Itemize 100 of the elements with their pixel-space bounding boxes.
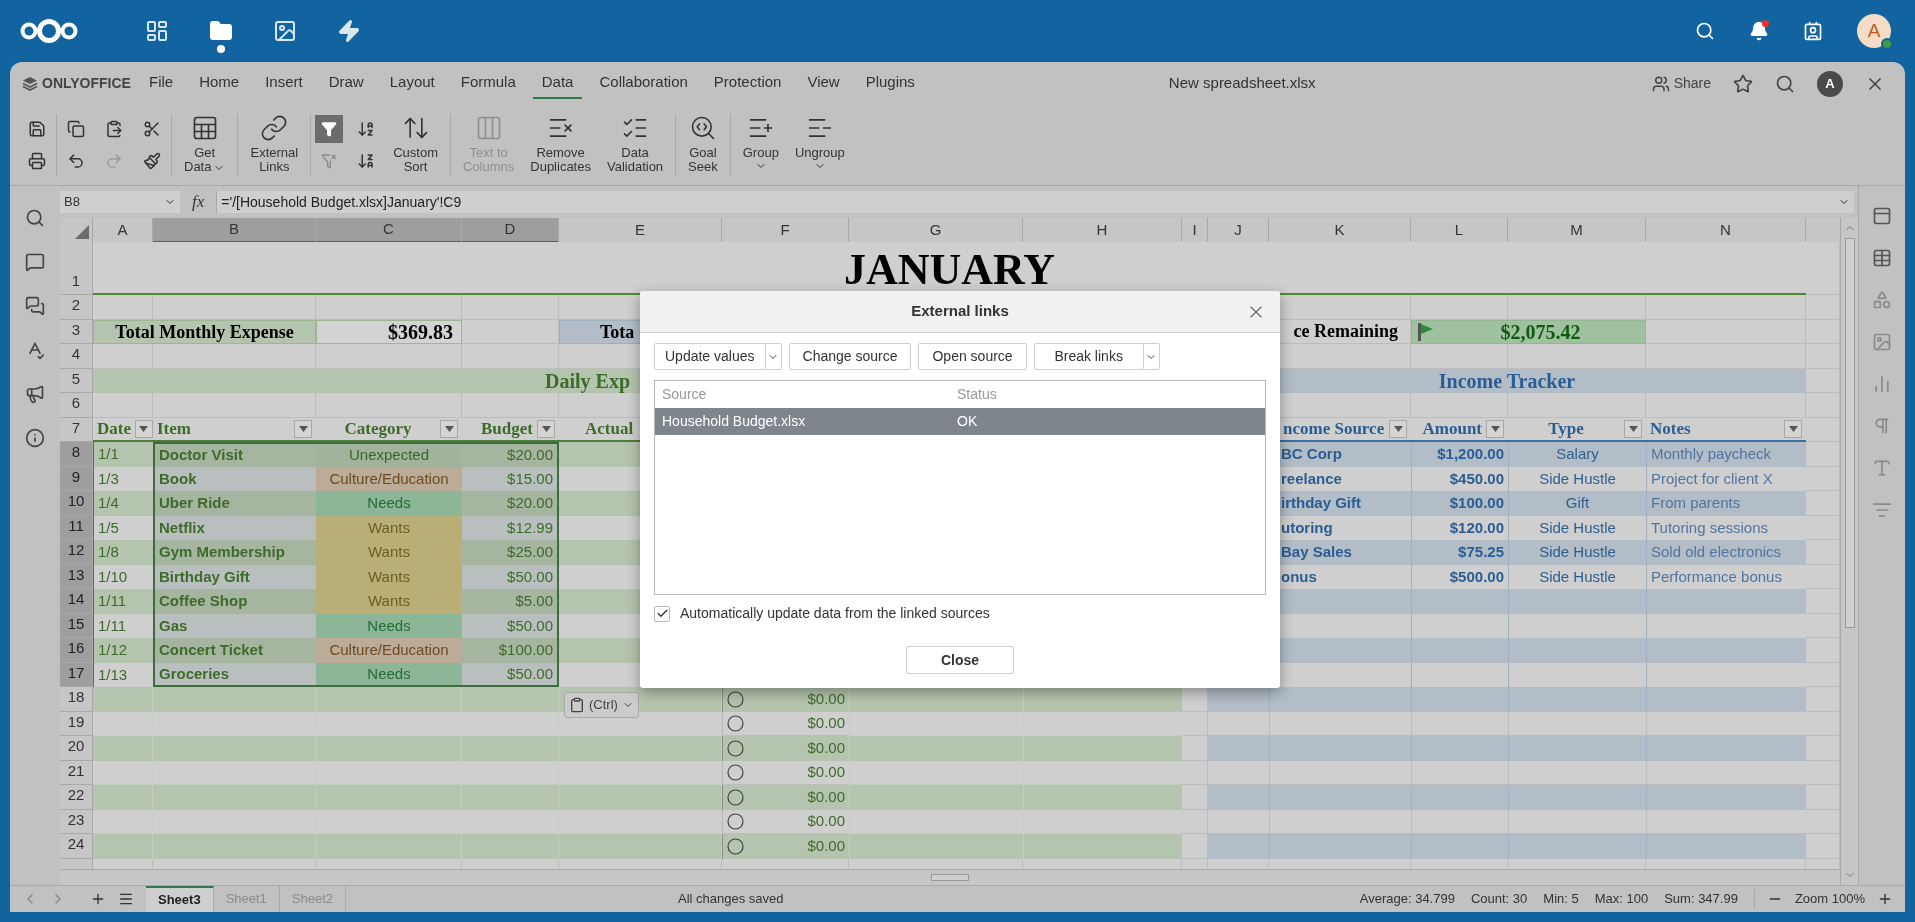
toolbar-button[interactable]: Group: [734, 110, 787, 180]
star-icon[interactable]: [1733, 73, 1753, 94]
toolbar-button[interactable]: Ungroup: [786, 110, 853, 180]
radio-circle-icon[interactable]: [727, 714, 744, 732]
toolbar-button[interactable]: Get Data: [176, 110, 234, 180]
filter-button[interactable]: [315, 115, 344, 143]
row-header[interactable]: 24: [60, 834, 93, 859]
filter-button[interactable]: [537, 419, 555, 438]
column-header[interactable]: L: [1411, 218, 1508, 243]
row-header[interactable]: 5: [60, 368, 93, 393]
column-header[interactable]: D: [462, 218, 559, 243]
notifications-button[interactable]: [1749, 21, 1769, 41]
row-header[interactable]: 4: [60, 344, 93, 369]
radio-circle-icon[interactable]: [727, 788, 744, 806]
column-header[interactable]: E: [559, 218, 722, 243]
add-sheet-icon[interactable]: [90, 891, 106, 907]
comment-icon[interactable]: [25, 252, 45, 272]
row-header[interactable]: 12: [60, 540, 93, 565]
menu-tab[interactable]: Formula: [451, 68, 525, 99]
user-avatar[interactable]: A: [1817, 70, 1843, 97]
column-header[interactable]: H: [1023, 218, 1182, 243]
sheet-list-icon[interactable]: [118, 891, 134, 907]
column-header[interactable]: N: [1646, 218, 1806, 243]
row-header[interactable]: 3: [60, 319, 93, 344]
row-header[interactable]: 21: [60, 760, 93, 785]
close-button[interactable]: Close: [906, 646, 1014, 674]
menu-tab[interactable]: Home: [190, 68, 249, 99]
column-header[interactable]: K: [1269, 218, 1411, 243]
row-header[interactable]: 19: [60, 711, 93, 736]
column-header[interactable]: C: [316, 218, 462, 243]
column-header[interactable]: J: [1208, 218, 1269, 243]
list-row[interactable]: Household Budget.xlsx OK: [655, 408, 1265, 435]
share-button[interactable]: Share: [1651, 73, 1711, 94]
toolbar-button[interactable]: Data Validation: [598, 110, 672, 180]
column-header[interactable]: I: [1182, 218, 1208, 243]
row-header[interactable]: 14: [60, 589, 93, 614]
paste-options-button[interactable]: (Ctrl): [564, 692, 639, 718]
column-header[interactable]: F: [722, 218, 849, 243]
name-box[interactable]: B8: [60, 191, 180, 213]
search-icon[interactable]: [25, 208, 45, 228]
dialog-button[interactable]: Open source: [918, 343, 1027, 370]
row-header[interactable]: 17: [60, 662, 93, 687]
megaphone-icon[interactable]: [25, 384, 45, 404]
column-header[interactable]: M: [1508, 218, 1646, 243]
toolbar-button[interactable]: Goal Seek: [680, 110, 726, 180]
function-button[interactable]: fx: [188, 189, 209, 215]
row-header[interactable]: 1: [60, 242, 93, 295]
menu-tab[interactable]: Insert: [256, 68, 312, 99]
menu-tab[interactable]: Draw: [319, 68, 373, 99]
row-header[interactable]: 20: [60, 736, 93, 761]
row-header[interactable]: 15: [60, 613, 93, 638]
filter-button[interactable]: [1784, 419, 1802, 438]
row-header[interactable]: 11: [60, 515, 93, 540]
menu-tab[interactable]: Protection: [704, 68, 791, 99]
dialog-button[interactable]: Break links: [1033, 343, 1144, 370]
menu-tab[interactable]: Plugins: [856, 68, 924, 99]
row-header[interactable]: 23: [60, 809, 93, 834]
toolbar-button[interactable]: Remove Duplicates: [522, 110, 599, 180]
row-header[interactable]: 16: [60, 638, 93, 663]
row-header[interactable]: 18: [60, 687, 93, 712]
radio-circle-icon[interactable]: [727, 837, 744, 855]
dialog-button[interactable]: Update values: [654, 343, 766, 370]
contacts-icon[interactable]: [1803, 21, 1823, 41]
menu-tab[interactable]: Collaboration: [590, 68, 697, 99]
filter-button[interactable]: [440, 419, 458, 438]
radio-circle-icon[interactable]: [727, 812, 744, 830]
filter-button[interactable]: [294, 419, 312, 438]
row-header[interactable]: 9: [60, 466, 93, 491]
row-header[interactable]: 8: [60, 442, 93, 467]
row-header[interactable]: 22: [60, 785, 93, 810]
zoom-in-icon[interactable]: [1877, 891, 1893, 907]
radio-circle-icon[interactable]: [727, 763, 744, 781]
radio-circle-icon[interactable]: [727, 739, 744, 757]
menu-tab[interactable]: View: [798, 68, 849, 99]
row-header[interactable]: 10: [60, 491, 93, 516]
cell-settings-icon[interactable]: [1872, 206, 1892, 226]
menu-tab[interactable]: Layout: [380, 68, 444, 99]
info-icon[interactable]: [25, 428, 45, 448]
row-header[interactable]: 6: [60, 393, 93, 418]
filter-button[interactable]: [135, 419, 153, 438]
sheet-tab[interactable]: Sheet3: [146, 886, 214, 912]
row-header[interactable]: 2: [60, 295, 93, 320]
app-logo[interactable]: [20, 18, 78, 44]
column-header[interactable]: G: [849, 218, 1023, 243]
checkbox[interactable]: [654, 605, 670, 622]
toolbar-button[interactable]: External Links: [242, 110, 307, 180]
menu-tab[interactable]: File: [140, 68, 183, 99]
radio-circle-icon[interactable]: [727, 690, 744, 708]
toolbar-button[interactable]: Custom Sort: [385, 110, 446, 180]
select-all-icon[interactable]: [75, 224, 89, 239]
column-header[interactable]: B: [153, 218, 316, 243]
filter-button[interactable]: [1624, 419, 1642, 438]
chat-icon[interactable]: [25, 296, 45, 316]
menu-tab[interactable]: Data: [532, 68, 583, 99]
row-header[interactable]: 7: [60, 417, 93, 442]
search-icon[interactable]: [1695, 21, 1715, 41]
formula-field[interactable]: ='/[Household Budget.xlsx]January'!C9: [216, 191, 1854, 213]
dialog-button[interactable]: Change source: [788, 343, 912, 370]
column-header[interactable]: A: [93, 218, 153, 243]
table-icon[interactable]: [1872, 248, 1892, 268]
